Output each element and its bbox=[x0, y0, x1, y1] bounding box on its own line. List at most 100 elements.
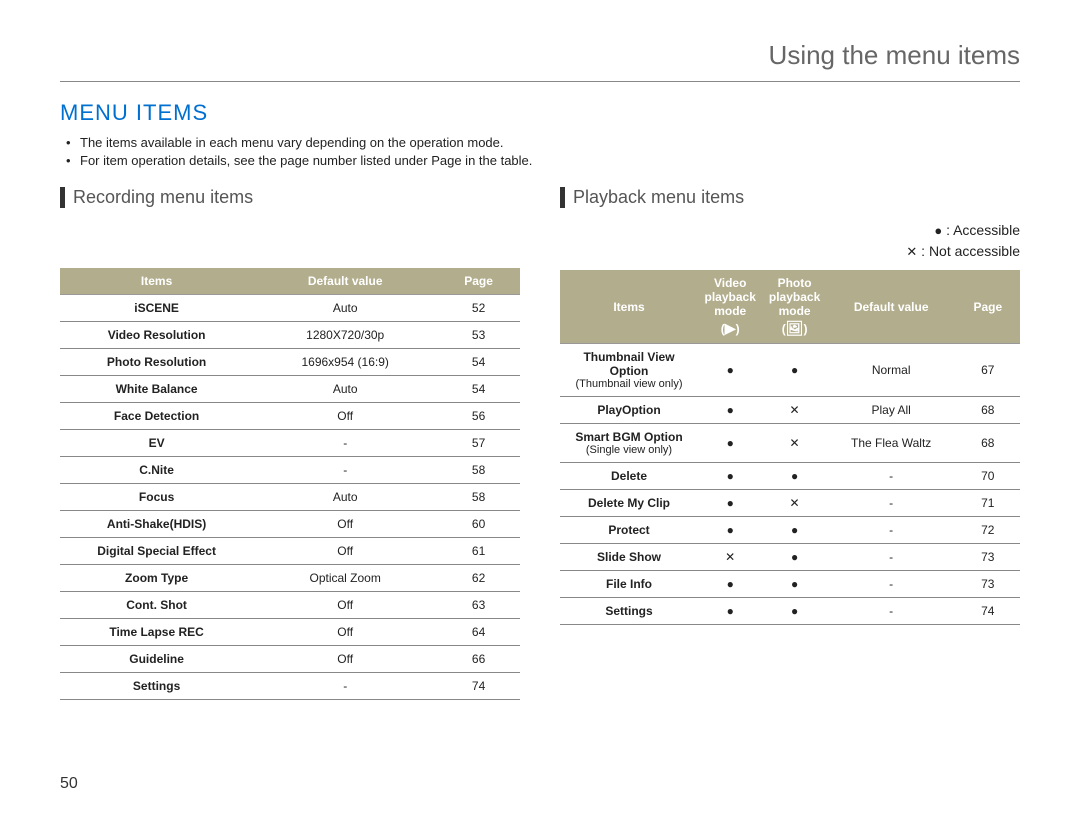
item-subnote: (Thumbnail view only) bbox=[564, 378, 694, 390]
page-ref: 60 bbox=[437, 511, 520, 538]
photo-mode-cell: ● bbox=[762, 544, 826, 571]
default-value: Auto bbox=[253, 376, 437, 403]
table-row: Delete●●-70 bbox=[560, 463, 1020, 490]
table-row: FocusAuto58 bbox=[60, 484, 520, 511]
col-default: Default value bbox=[253, 268, 437, 295]
video-mode-cell: ✕ bbox=[698, 544, 762, 571]
photo-mode-cell: ● bbox=[762, 517, 826, 544]
photo-mode-cell: ● bbox=[762, 463, 826, 490]
accessible-symbol: ● bbox=[934, 223, 942, 238]
item-name: PlayOption bbox=[560, 397, 698, 424]
default-value: - bbox=[827, 571, 956, 598]
item-name: Protect bbox=[560, 517, 698, 544]
recording-heading: Recording menu items bbox=[60, 187, 520, 208]
item-name: Focus bbox=[60, 484, 253, 511]
default-value: Off bbox=[253, 403, 437, 430]
col-items: Items bbox=[560, 270, 698, 344]
page-ref: 53 bbox=[437, 322, 520, 349]
legend: ● : Accessible ✕ : Not accessible bbox=[560, 220, 1020, 262]
item-name: White Balance bbox=[60, 376, 253, 403]
default-value: Optical Zoom bbox=[253, 565, 437, 592]
item-name: Time Lapse REC bbox=[60, 619, 253, 646]
table-row: Photo Resolution1696x954 (16:9)54 bbox=[60, 349, 520, 376]
table-row: Protect●●-72 bbox=[560, 517, 1020, 544]
page-ref: 68 bbox=[956, 424, 1020, 463]
table-row: EV-57 bbox=[60, 430, 520, 457]
table-row: White BalanceAuto54 bbox=[60, 376, 520, 403]
table-row: File Info●●-73 bbox=[560, 571, 1020, 598]
col-photo-mode: Photo playback mode (🖼) bbox=[762, 270, 826, 344]
item-name: Cont. Shot bbox=[60, 592, 253, 619]
video-mode-icon: ▶ bbox=[725, 320, 736, 337]
col-default: Default value bbox=[827, 270, 956, 344]
item-name: Slide Show bbox=[560, 544, 698, 571]
table-row: Anti-Shake(HDIS)Off60 bbox=[60, 511, 520, 538]
item-name: Smart BGM Option(Single view only) bbox=[560, 424, 698, 463]
col-page: Page bbox=[437, 268, 520, 295]
page-ref: 58 bbox=[437, 484, 520, 511]
page-ref: 70 bbox=[956, 463, 1020, 490]
page-ref: 66 bbox=[437, 646, 520, 673]
table-row: Video Resolution1280X720/30p53 bbox=[60, 322, 520, 349]
item-name: Digital Special Effect bbox=[60, 538, 253, 565]
photo-mode-cell: ● bbox=[762, 571, 826, 598]
item-name: Settings bbox=[560, 598, 698, 625]
video-mode-cell: ● bbox=[698, 517, 762, 544]
table-row: iSCENEAuto52 bbox=[60, 295, 520, 322]
default-value: Off bbox=[253, 538, 437, 565]
default-value: 1696x954 (16:9) bbox=[253, 349, 437, 376]
item-name: File Info bbox=[560, 571, 698, 598]
table-row: Slide Show✕●-73 bbox=[560, 544, 1020, 571]
video-mode-cell: ● bbox=[698, 490, 762, 517]
bullet-item: For item operation details, see the page… bbox=[66, 152, 1020, 170]
default-value: - bbox=[253, 673, 437, 700]
photo-mode-icon: 🖼 bbox=[786, 320, 804, 337]
item-name: Face Detection bbox=[60, 403, 253, 430]
page-ref: 61 bbox=[437, 538, 520, 565]
default-value: Off bbox=[253, 619, 437, 646]
page-ref: 58 bbox=[437, 457, 520, 484]
table-row: Face DetectionOff56 bbox=[60, 403, 520, 430]
col-items: Items bbox=[60, 268, 253, 295]
video-mode-cell: ● bbox=[698, 344, 762, 397]
table-row: Thumbnail View Option(Thumbnail view onl… bbox=[560, 344, 1020, 397]
table-row: Digital Special EffectOff61 bbox=[60, 538, 520, 565]
default-value: The Flea Waltz bbox=[827, 424, 956, 463]
table-row: Delete My Clip●✕-71 bbox=[560, 490, 1020, 517]
col-video-mode: Video playback mode (▶) bbox=[698, 270, 762, 344]
page-ref: 72 bbox=[956, 517, 1020, 544]
table-row: Smart BGM Option(Single view only)●✕The … bbox=[560, 424, 1020, 463]
item-name: Zoom Type bbox=[60, 565, 253, 592]
item-name: Anti-Shake(HDIS) bbox=[60, 511, 253, 538]
playback-column: Playback menu items ● : Accessible ✕ : N… bbox=[560, 183, 1020, 700]
item-name: Thumbnail View Option(Thumbnail view onl… bbox=[560, 344, 698, 397]
table-row: Cont. ShotOff63 bbox=[60, 592, 520, 619]
table-row: Time Lapse RECOff64 bbox=[60, 619, 520, 646]
page-ref: 57 bbox=[437, 430, 520, 457]
not-accessible-label: : Not accessible bbox=[921, 243, 1020, 259]
default-value: - bbox=[827, 544, 956, 571]
page-ref: 54 bbox=[437, 349, 520, 376]
recording-table: Items Default value Page iSCENEAuto52Vid… bbox=[60, 268, 520, 700]
item-subnote: (Single view only) bbox=[564, 444, 694, 456]
page-ref: 62 bbox=[437, 565, 520, 592]
item-name: Video Resolution bbox=[60, 322, 253, 349]
chapter-title: Using the menu items bbox=[60, 40, 1020, 82]
default-value: - bbox=[827, 598, 956, 625]
page-ref: 73 bbox=[956, 571, 1020, 598]
content-columns: Recording menu items Items Default value… bbox=[60, 183, 1020, 700]
page-ref: 71 bbox=[956, 490, 1020, 517]
default-value: 1280X720/30p bbox=[253, 322, 437, 349]
item-name: C.Nite bbox=[60, 457, 253, 484]
default-value: - bbox=[827, 517, 956, 544]
page-ref: 64 bbox=[437, 619, 520, 646]
table-row: Settings●●-74 bbox=[560, 598, 1020, 625]
video-mode-cell: ● bbox=[698, 598, 762, 625]
page-number: 50 bbox=[60, 775, 78, 793]
table-row: PlayOption●✕Play All68 bbox=[560, 397, 1020, 424]
manual-page: Using the menu items MENU ITEMS The item… bbox=[0, 0, 1080, 825]
intro-bullets: The items available in each menu vary de… bbox=[66, 134, 1020, 169]
page-ref: 73 bbox=[956, 544, 1020, 571]
table-row: C.Nite-58 bbox=[60, 457, 520, 484]
page-ref: 74 bbox=[956, 598, 1020, 625]
